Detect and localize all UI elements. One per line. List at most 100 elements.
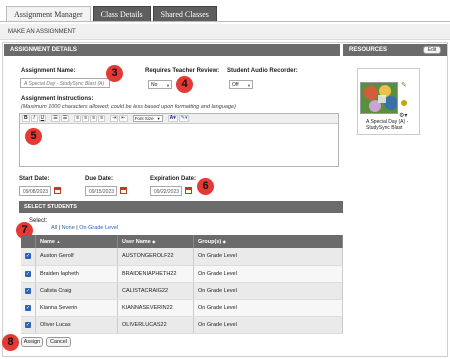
resource-thumbnail[interactable] bbox=[360, 82, 398, 114]
align-justify-icon[interactable]: ≡ bbox=[98, 115, 106, 122]
tab-divider bbox=[0, 21, 450, 22]
callout-marker-6: 6 bbox=[197, 178, 214, 195]
student-username: KIANNASEVERIN22 bbox=[117, 299, 194, 317]
resource-thumbnail-image bbox=[361, 83, 397, 113]
gear-icon[interactable]: ⚙▾ bbox=[399, 112, 407, 119]
checkbox-checked[interactable]: ✓ bbox=[25, 304, 31, 311]
student-username: BRAIDENIAPHETH22 bbox=[117, 265, 194, 283]
audio-recorder-value: Off bbox=[232, 82, 239, 88]
column-header-username-label: User Name bbox=[122, 238, 151, 245]
align-center-icon[interactable]: ≡ bbox=[82, 115, 90, 122]
chevron-down-icon: ▼ bbox=[247, 83, 251, 88]
checkbox-checked[interactable]: ✓ bbox=[25, 287, 31, 294]
tab-assignment-manager[interactable]: Assignment Manager bbox=[6, 6, 91, 22]
checkbox-column-header bbox=[21, 235, 36, 248]
student-username: CALISTACRAIG22 bbox=[117, 282, 194, 300]
instructions-label: Assignment Instructions: bbox=[21, 96, 94, 102]
calendar-icon[interactable] bbox=[120, 187, 127, 194]
due-date-input[interactable]: 09/15/2023 bbox=[85, 186, 117, 196]
align-right-icon[interactable]: ≡ bbox=[90, 115, 98, 122]
editor-toolbar: B I U ☰ ☰ ≡ ≡ ≡ ≡ ⇥ ⇤ Font Size ▼ A▾ ✎▾ bbox=[20, 114, 338, 124]
callout-marker-5: 5 bbox=[25, 128, 42, 145]
student-name: Oliver Lucas bbox=[35, 316, 118, 334]
page-subheader: MAKE AN ASSIGNMENT bbox=[0, 24, 450, 40]
row-checkbox-cell: ✓ bbox=[21, 282, 36, 300]
calendar-icon[interactable] bbox=[185, 187, 192, 194]
callout-marker-3: 3 bbox=[106, 65, 123, 82]
student-group: On Grade Level bbox=[193, 265, 343, 283]
select-all-link[interactable]: All bbox=[51, 225, 57, 231]
column-header-name[interactable]: Name ▲ bbox=[35, 235, 118, 248]
italic-button[interactable]: I bbox=[30, 115, 38, 122]
chevron-down-icon: ▼ bbox=[156, 116, 161, 121]
table-row[interactable]: ✓ Auston Gerolf AUSTONGEROLF22 On Grade … bbox=[21, 248, 343, 266]
student-username: OLIVERLUCAS22 bbox=[117, 316, 194, 334]
table-header-row: Name ▲ User Name ◆ Group(s) ◆ bbox=[21, 235, 343, 248]
font-size-select-label: Font Size bbox=[134, 116, 154, 121]
table-row[interactable]: ✓ Calista Craig CALISTACRAIG22 On Grade … bbox=[21, 282, 343, 300]
students-table: Name ▲ User Name ◆ Group(s) ◆ ✓ Auston G… bbox=[21, 235, 343, 334]
teacher-review-select[interactable]: No ▼ bbox=[148, 80, 172, 89]
column-header-groups-label: Group(s) bbox=[198, 238, 222, 245]
student-group: On Grade Level bbox=[193, 316, 343, 334]
assignment-name-input[interactable]: A Special Day - StudySync Blast (A) bbox=[20, 78, 110, 88]
tab-bar: Assignment Manager Class Details Shared … bbox=[6, 6, 217, 22]
table-row[interactable]: ✓ Kianna Severin KIANNASEVERIN22 On Grad… bbox=[21, 299, 343, 317]
student-username: AUSTONGEROLF22 bbox=[117, 248, 194, 266]
callout-marker-8: 8 bbox=[2, 334, 19, 351]
chevron-down-icon: ▼ bbox=[166, 83, 170, 88]
select-none-link[interactable]: None bbox=[62, 225, 75, 231]
assignment-name-label: Assignment Name: bbox=[21, 68, 76, 74]
numbered-list-icon[interactable]: ☰ bbox=[60, 115, 70, 122]
student-group: On Grade Level bbox=[193, 282, 343, 300]
table-row[interactable]: ✓ Oliver Lucas OLIVERLUCAS22 On Grade Le… bbox=[21, 316, 343, 334]
checkbox-checked[interactable]: ✓ bbox=[25, 253, 31, 260]
select-links: All | None | On Grade Level bbox=[51, 225, 119, 231]
teacher-review-label: Requires Teacher Review: bbox=[145, 68, 220, 74]
font-size-select[interactable]: Font Size ▼ bbox=[132, 115, 163, 122]
select-students-header: SELECT STUDENTS bbox=[19, 201, 343, 213]
star-icon[interactable] bbox=[401, 100, 407, 106]
cancel-button[interactable]: Cancel bbox=[46, 337, 71, 347]
edit-pencil-icon[interactable]: ✎ bbox=[401, 82, 409, 90]
start-date-input[interactable]: 09/08/2023 bbox=[19, 186, 51, 196]
due-date-label: Due Date: bbox=[85, 176, 114, 182]
resource-caption: A Special Day (A) - StudySync Blast bbox=[366, 119, 409, 131]
expiration-date-input[interactable]: 09/22/2023 bbox=[150, 186, 182, 196]
table-row[interactable]: ✓ Braiden Iapheth BRAIDENIAPHETH22 On Gr… bbox=[21, 265, 343, 283]
row-checkbox-cell: ✓ bbox=[21, 316, 36, 334]
resources-edit-button[interactable]: Edit bbox=[423, 46, 441, 54]
sort-icon: ◆ bbox=[222, 238, 226, 244]
align-left-icon[interactable]: ≡ bbox=[74, 115, 82, 122]
tab-class-details[interactable]: Class Details bbox=[92, 6, 151, 22]
callout-marker-4: 4 bbox=[176, 76, 193, 93]
column-header-groups[interactable]: Group(s) ◆ bbox=[193, 235, 343, 248]
student-name: Kianna Severin bbox=[35, 299, 118, 317]
text-color-icon[interactable]: A▾ bbox=[167, 115, 178, 122]
column-header-username[interactable]: User Name ◆ bbox=[117, 235, 194, 248]
calendar-icon[interactable] bbox=[54, 187, 61, 194]
row-checkbox-cell: ✓ bbox=[21, 248, 36, 266]
bold-button[interactable]: B bbox=[22, 115, 30, 122]
bullet-list-icon[interactable]: ☰ bbox=[51, 115, 60, 122]
outdent-icon[interactable]: ⇤ bbox=[119, 115, 128, 122]
assign-button[interactable]: Assign bbox=[21, 337, 43, 347]
student-name: Braiden Iapheth bbox=[35, 265, 118, 283]
instructions-editor[interactable]: B I U ☰ ☰ ≡ ≡ ≡ ≡ ⇥ ⇤ Font Size ▼ A▾ ✎▾ bbox=[19, 113, 339, 167]
teacher-review-value: No bbox=[151, 82, 158, 88]
select-label: Select: bbox=[29, 218, 48, 224]
student-name: Auston Gerolf bbox=[35, 248, 118, 266]
expiration-date-label: Expiration Date: bbox=[150, 176, 197, 182]
column-header-name-label: Name bbox=[40, 238, 55, 245]
checkbox-checked[interactable]: ✓ bbox=[25, 270, 31, 277]
start-date-label: Start Date: bbox=[19, 176, 50, 182]
underline-button[interactable]: U bbox=[38, 115, 47, 122]
select-grade-link[interactable]: On Grade Level bbox=[79, 225, 118, 231]
checkbox-checked[interactable]: ✓ bbox=[25, 321, 31, 328]
tab-shared-classes[interactable]: Shared Classes bbox=[152, 6, 217, 22]
row-checkbox-cell: ✓ bbox=[21, 299, 36, 317]
audio-recorder-select[interactable]: Off ▼ bbox=[229, 80, 253, 89]
sort-up-icon: ▲ bbox=[56, 238, 61, 244]
highlight-icon[interactable]: ✎▾ bbox=[178, 115, 190, 122]
indent-icon[interactable]: ⇥ bbox=[110, 115, 119, 122]
